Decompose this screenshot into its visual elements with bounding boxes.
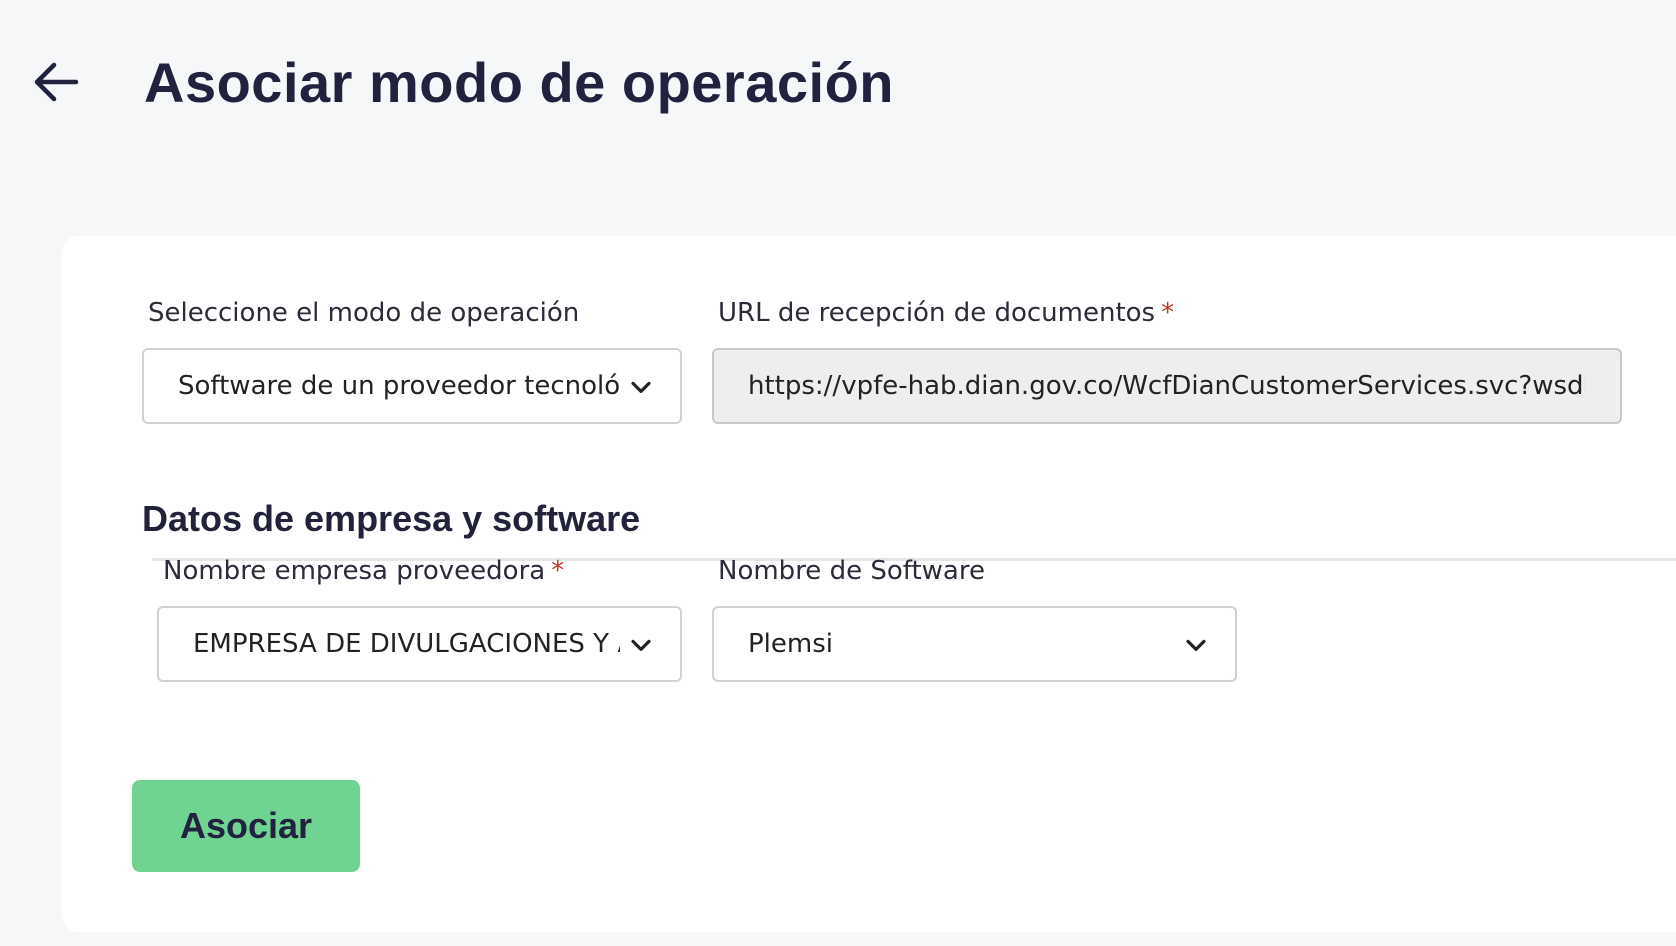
section-title: Datos de empresa y software — [142, 498, 641, 539]
arrow-left-icon — [34, 62, 79, 102]
back-button[interactable] — [30, 56, 82, 108]
operation-mode-select[interactable]: Software de un proveedor tecnológico — [142, 348, 682, 424]
chevron-down-icon — [631, 381, 651, 393]
reception-url-label: URL de recepción de documentos * — [718, 298, 1175, 328]
provider-company-select[interactable]: EMPRESA DE DIVULGACIONES Y ASESORÍAS — [157, 606, 682, 682]
chevron-down-icon — [631, 639, 651, 652]
page-header: Asociar modo de operación — [30, 42, 894, 122]
reception-url-value: https://vpfe-hab.dian.gov.co/WcfDianCust… — [748, 371, 1586, 401]
software-name-value: Plemsi — [748, 629, 833, 659]
software-name-select[interactable]: Plemsi — [712, 606, 1237, 682]
chevron-down-icon — [1186, 639, 1206, 652]
software-name-label: Nombre de Software — [718, 556, 985, 586]
form-card: Seleccione el modo de operación Software… — [62, 236, 1676, 932]
operation-mode-label: Seleccione el modo de operación — [148, 298, 580, 328]
associate-button[interactable]: Asociar — [132, 780, 360, 872]
provider-company-value: EMPRESA DE DIVULGACIONES Y ASESORÍAS — [193, 629, 620, 659]
reception-url-input[interactable]: https://vpfe-hab.dian.gov.co/WcfDianCust… — [712, 348, 1622, 424]
provider-company-label: Nombre empresa proveedora * — [163, 556, 565, 586]
operation-mode-value: Software de un proveedor tecnológico — [178, 371, 620, 401]
required-mark: * — [551, 556, 565, 586]
page-title: Asociar modo de operación — [144, 50, 894, 114]
required-mark: * — [1161, 298, 1175, 328]
